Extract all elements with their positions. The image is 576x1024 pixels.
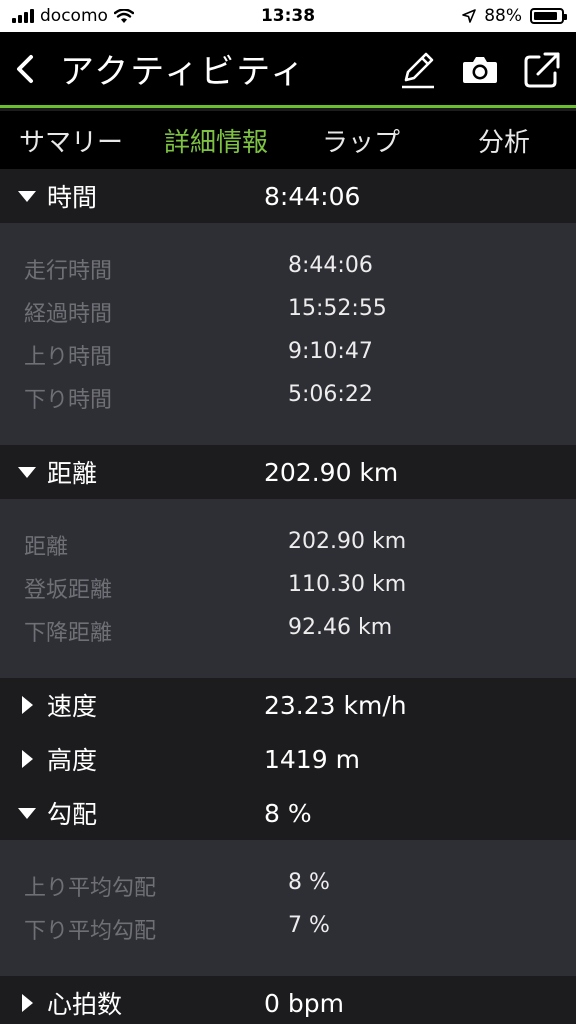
detail-value: 202.90 km xyxy=(288,529,407,554)
status-right: 88% xyxy=(462,6,567,26)
detail-label: 経過時間 xyxy=(24,302,113,327)
page-title: アクティビティ xyxy=(60,52,307,92)
edit-icon xyxy=(402,52,434,89)
wifi-icon xyxy=(113,8,134,23)
battery-percent: 88% xyxy=(484,6,522,26)
location-arrow-icon xyxy=(462,9,477,23)
edit-button[interactable] xyxy=(398,50,438,90)
detail-row: 上り時間 9:10:47 xyxy=(0,335,576,378)
section-header-heart-rate[interactable]: 心拍数 0 bpm xyxy=(0,976,576,1024)
section-header-gradient[interactable]: 勾配 8 % xyxy=(0,786,576,840)
detail-row: 上り平均勾配 8 % xyxy=(0,866,576,909)
chevron-left-icon xyxy=(17,54,33,83)
tab-laps[interactable]: ラップ xyxy=(290,122,432,159)
battery-level xyxy=(534,12,557,20)
section-value: 1419 m xyxy=(264,744,360,774)
section-value: 0 bpm xyxy=(264,988,344,1018)
detail-row: 登坂距離 110.30 km xyxy=(0,568,576,611)
detail-value: 15:52:55 xyxy=(288,296,387,321)
tab-details[interactable]: 詳細情報 xyxy=(142,122,290,159)
detail-label: 下り平均勾配 xyxy=(24,919,157,944)
detail-value: 92.46 km xyxy=(288,615,393,640)
carrier-name: docomo xyxy=(40,6,108,26)
detail-row: 距離 202.90 km xyxy=(0,525,576,568)
section-label: 速度 xyxy=(47,692,98,721)
status-left: docomo xyxy=(12,6,134,26)
section-body-distance: 距離 202.90 km 登坂距離 110.30 km 下降距離 92.46 k… xyxy=(0,499,576,678)
detail-label: 登坂距離 xyxy=(24,578,113,603)
collapse-triangle-icon xyxy=(18,191,36,202)
nav-actions xyxy=(398,32,562,108)
section-body-time: 走行時間 8:44:06 経過時間 15:52:55 上り時間 9:10:47 … xyxy=(0,223,576,445)
status-bar: docomo 13:38 88% xyxy=(0,0,576,32)
section-value: 202.90 km xyxy=(264,457,399,487)
back-button[interactable] xyxy=(0,31,50,107)
detail-label: 走行時間 xyxy=(24,259,113,284)
section-body-gradient: 上り平均勾配 8 % 下り平均勾配 7 % xyxy=(0,840,576,976)
detail-value: 8:44:06 xyxy=(288,253,373,278)
detail-value: 110.30 km xyxy=(288,572,407,597)
battery-icon xyxy=(530,8,567,24)
signal-icon xyxy=(12,9,34,23)
camera-icon xyxy=(463,57,497,83)
section-value: 8:44:06 xyxy=(264,181,361,211)
section-label: 距離 xyxy=(47,459,98,488)
section-value: 23.23 km/h xyxy=(264,690,407,720)
detail-label: 距離 xyxy=(24,535,69,560)
section-label: 心拍数 xyxy=(47,990,123,1019)
tab-summary[interactable]: サマリー xyxy=(0,122,142,159)
section-header-altitude[interactable]: 高度 1419 m xyxy=(0,732,576,786)
detail-row: 走行時間 8:44:06 xyxy=(0,249,576,292)
details-content: 時間 8:44:06 走行時間 8:44:06 経過時間 15:52:55 上り… xyxy=(0,169,576,1024)
expand-triangle-icon xyxy=(22,750,33,768)
expand-triangle-icon xyxy=(22,696,33,714)
collapse-triangle-icon xyxy=(18,467,36,478)
section-label: 高度 xyxy=(47,746,98,775)
detail-label: 下り時間 xyxy=(24,388,113,413)
section-header-time[interactable]: 時間 8:44:06 xyxy=(0,169,576,223)
section-value: 8 % xyxy=(264,798,312,828)
detail-value: 9:10:47 xyxy=(288,339,373,364)
detail-value: 8 % xyxy=(288,870,330,895)
section-label: 勾配 xyxy=(47,800,98,829)
section-header-speed[interactable]: 速度 23.23 km/h xyxy=(0,678,576,732)
detail-row: 下り平均勾配 7 % xyxy=(0,909,576,952)
navigation-bar: アクティビティ xyxy=(0,32,576,108)
detail-row: 下降距離 92.46 km xyxy=(0,611,576,654)
detail-label: 上り平均勾配 xyxy=(24,876,157,901)
detail-row: 経過時間 15:52:55 xyxy=(0,292,576,335)
tab-bar: サマリー 詳細情報 ラップ 分析 xyxy=(0,111,576,169)
detail-value: 7 % xyxy=(288,913,330,938)
share-icon xyxy=(524,52,560,88)
detail-label: 上り時間 xyxy=(24,345,113,370)
detail-label: 下降距離 xyxy=(24,621,113,646)
section-label: 時間 xyxy=(47,183,98,212)
detail-row: 下り時間 5:06:22 xyxy=(0,378,576,421)
detail-value: 5:06:22 xyxy=(288,382,373,407)
camera-button[interactable] xyxy=(460,50,500,90)
tab-analysis[interactable]: 分析 xyxy=(432,122,576,159)
share-button[interactable] xyxy=(522,50,562,90)
expand-triangle-icon xyxy=(22,994,33,1012)
collapse-triangle-icon xyxy=(18,808,36,819)
section-header-distance[interactable]: 距離 202.90 km xyxy=(0,445,576,499)
